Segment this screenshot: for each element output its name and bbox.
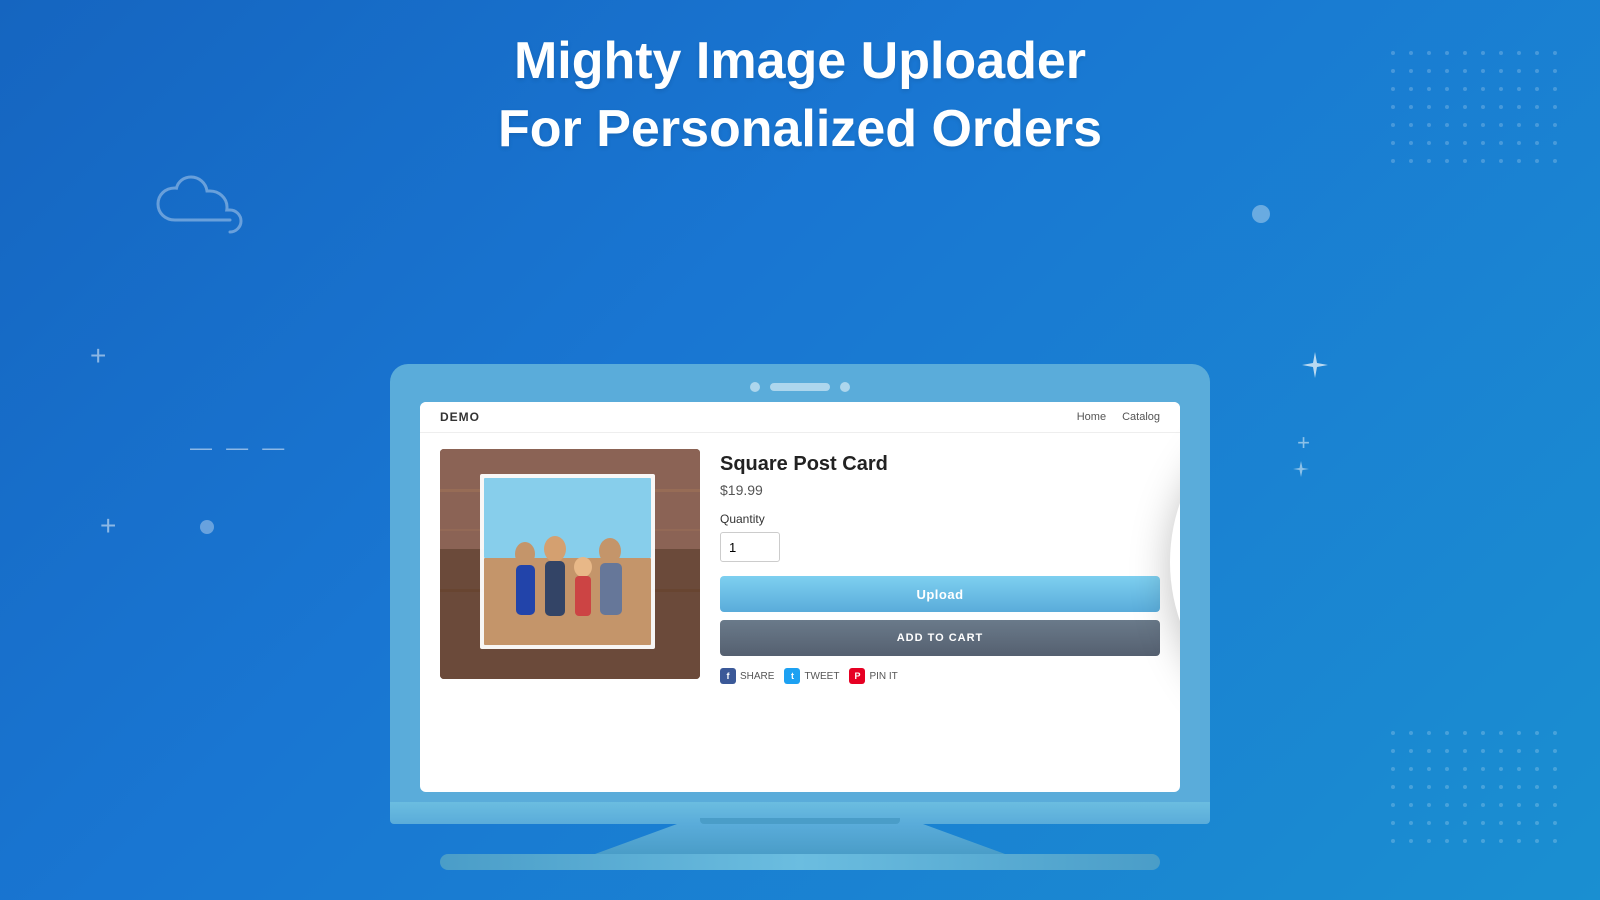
social-share-row: f SHARE t TWEET P PIN IT xyxy=(720,668,1160,684)
product-price: $19.99 xyxy=(720,482,1160,498)
tweet-label: TWEET xyxy=(804,671,839,682)
twitter-share[interactable]: t TWEET xyxy=(784,668,839,684)
laptop-camera-row xyxy=(420,382,1180,392)
laptop-stand xyxy=(390,824,1210,854)
cam-dot-right xyxy=(840,382,850,392)
laptop-mockup: DEMO Home Catalog xyxy=(390,364,1210,870)
pin-label: PIN IT xyxy=(869,671,897,682)
upload-button[interactable]: Upload xyxy=(720,576,1160,612)
product-image xyxy=(440,449,700,679)
twitter-icon: t xyxy=(784,668,800,684)
demo-logo: DEMO xyxy=(440,410,480,424)
laptop-screen: DEMO Home Catalog xyxy=(420,402,1180,792)
facebook-share[interactable]: f SHARE xyxy=(720,668,774,684)
share-label: SHARE xyxy=(740,671,774,682)
add-to-cart-button[interactable]: ADD TO CART xyxy=(720,620,1160,656)
page-title: Mighty Image Uploader For Personalized O… xyxy=(0,28,1600,163)
product-info: Square Post Card $19.99 Quantity Upload … xyxy=(720,449,1160,769)
product-title: Square Post Card xyxy=(720,453,1160,476)
laptop-screen-outer: DEMO Home Catalog xyxy=(390,364,1210,802)
nav-link-catalog[interactable]: Catalog xyxy=(1122,411,1160,423)
nav-link-home[interactable]: Home xyxy=(1077,411,1106,423)
facebook-icon: f xyxy=(720,668,736,684)
demo-nav-links: Home Catalog xyxy=(1077,411,1160,423)
laptop-base xyxy=(390,802,1210,824)
cam-bar xyxy=(770,383,830,391)
product-bg-svg xyxy=(440,449,700,679)
product-image-wrap xyxy=(440,449,700,769)
laptop-foot xyxy=(440,854,1160,870)
quantity-input[interactable] xyxy=(720,532,780,562)
pinterest-icon: P xyxy=(849,668,865,684)
pinterest-share[interactable]: P PIN IT xyxy=(849,668,897,684)
quantity-label: Quantity xyxy=(720,512,1160,526)
demo-navbar: DEMO Home Catalog xyxy=(420,402,1180,433)
cam-dot-left xyxy=(750,382,760,392)
demo-content: Square Post Card $19.99 Quantity Upload … xyxy=(420,433,1180,785)
